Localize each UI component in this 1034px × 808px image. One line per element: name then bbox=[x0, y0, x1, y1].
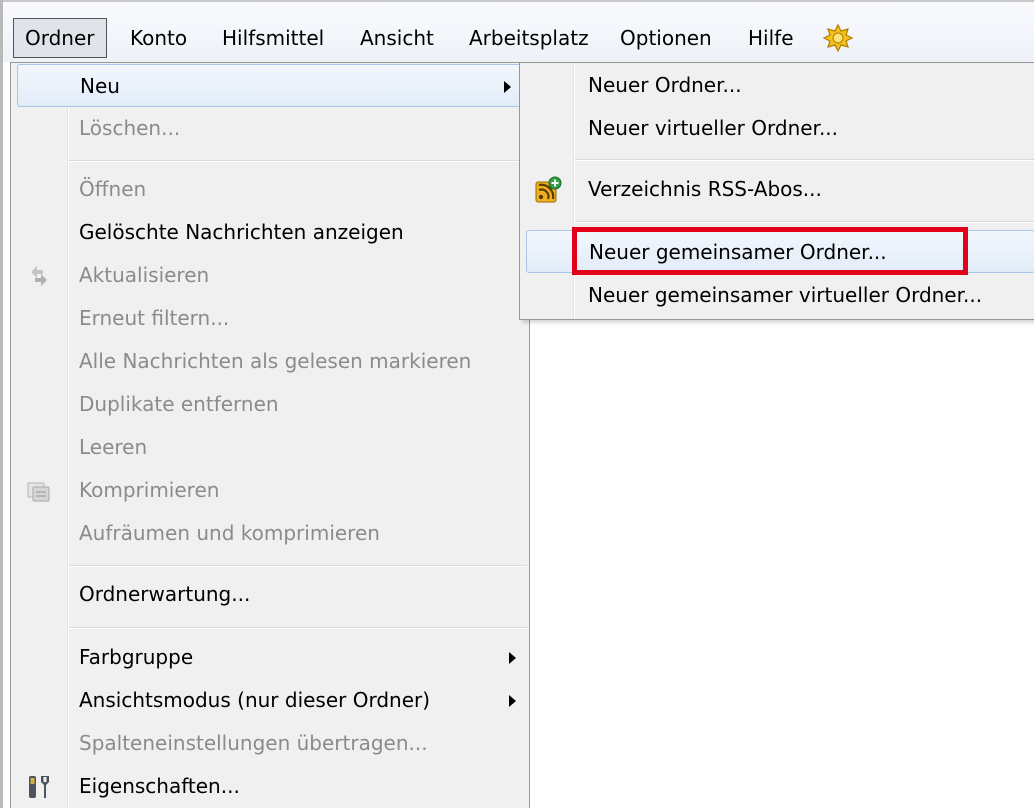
window-left-border bbox=[0, 0, 3, 808]
menu-ordner[interactable]: Ordner bbox=[13, 18, 107, 58]
menu-separator bbox=[575, 159, 1034, 161]
menu-item-label: Ordnerwartung... bbox=[79, 582, 251, 606]
submenu-item-rss-abos[interactable]: Verzeichnis RSS-Abos... bbox=[520, 168, 1034, 211]
menu-item-label: Eigenschaften... bbox=[79, 774, 240, 798]
menu-item-label: Komprimieren bbox=[79, 478, 220, 502]
menu-item-komprimieren[interactable]: Komprimieren bbox=[11, 469, 529, 512]
menu-item-label: Erneut filtern... bbox=[79, 306, 230, 330]
menu-item-aktualisieren[interactable]: Aktualisieren bbox=[11, 254, 529, 297]
menu-item-eigenschaften[interactable]: Eigenschaften... bbox=[11, 765, 529, 808]
submenu-item-neuer-gemeinsamer-virtueller-ordner[interactable]: Neuer gemeinsamer virtueller Ordner... bbox=[520, 274, 1034, 317]
submenu-item-neuer-ordner[interactable]: Neuer Ordner... bbox=[520, 64, 1034, 107]
menu-separator bbox=[69, 627, 527, 629]
menu-item-label: Gelöschte Nachrichten anzeigen bbox=[79, 220, 404, 244]
menu-ansicht[interactable]: Ansicht bbox=[349, 18, 445, 58]
menu-item-ordnerwartung[interactable]: Ordnerwartung... bbox=[11, 573, 529, 616]
rss-add-icon bbox=[535, 176, 562, 203]
menu-item-neu[interactable]: Neu bbox=[17, 64, 525, 107]
menu-item-geloeschte-anzeigen[interactable]: Gelöschte Nachrichten anzeigen bbox=[11, 211, 529, 254]
menu-item-label: Aufräumen und komprimieren bbox=[79, 521, 380, 545]
compress-icon bbox=[27, 482, 50, 502]
menu-item-label: Neuer gemeinsamer virtueller Ordner... bbox=[588, 283, 983, 307]
menu-item-label: Öffnen bbox=[79, 177, 147, 201]
menu-item-erneut-filtern[interactable]: Erneut filtern... bbox=[11, 297, 529, 340]
menu-item-label: Duplikate entfernen bbox=[79, 392, 279, 416]
menu-separator bbox=[69, 160, 527, 162]
menu-item-label: Aktualisieren bbox=[79, 263, 210, 287]
submenu-arrow-icon bbox=[509, 652, 516, 664]
menu-item-label: Neuer virtueller Ordner... bbox=[588, 116, 839, 140]
submenu-arrow-icon bbox=[504, 81, 511, 93]
menu-item-aufraeumen[interactable]: Aufräumen und komprimieren bbox=[11, 512, 529, 555]
menu-arbeitsplatz[interactable]: Arbeitsplatz bbox=[458, 18, 600, 58]
ordner-menu: Neu Löschen... Öffnen Gelöschte Nachrich… bbox=[10, 62, 530, 808]
menu-item-label: Ansichtsmodus (nur dieser Ordner) bbox=[79, 688, 431, 712]
menu-optionen[interactable]: Optionen bbox=[609, 18, 723, 58]
menu-item-farbgruppe[interactable]: Farbgruppe bbox=[11, 636, 529, 679]
menu-item-label: Löschen... bbox=[79, 116, 181, 140]
menu-item-ansichtsmodus[interactable]: Ansichtsmodus (nur dieser Ordner) bbox=[11, 679, 529, 722]
menu-konto[interactable]: Konto bbox=[119, 18, 198, 58]
menu-item-oeffnen[interactable]: Öffnen bbox=[11, 168, 529, 211]
menu-separator bbox=[69, 565, 527, 567]
neu-submenu: Neuer Ordner... Neuer virtueller Ordner.… bbox=[519, 62, 1034, 320]
menu-hilfsmittel[interactable]: Hilfsmittel bbox=[211, 18, 335, 58]
menu-item-label: Alle Nachrichten als gelesen markieren bbox=[79, 349, 472, 373]
menu-item-label: Farbgruppe bbox=[79, 645, 194, 669]
menu-item-label: Leeren bbox=[79, 435, 148, 459]
submenu-item-neuer-virtueller-ordner[interactable]: Neuer virtueller Ordner... bbox=[520, 107, 1034, 150]
properties-icon bbox=[29, 776, 49, 798]
submenu-arrow-icon bbox=[509, 695, 516, 707]
menu-item-alle-gelesen[interactable]: Alle Nachrichten als gelesen markieren bbox=[11, 340, 529, 383]
menu-item-duplikate-entfernen[interactable]: Duplikate entfernen bbox=[11, 383, 529, 426]
refresh-icon bbox=[31, 266, 47, 286]
menu-item-leeren[interactable]: Leeren bbox=[11, 426, 529, 469]
menu-item-label: Verzeichnis RSS-Abos... bbox=[588, 177, 822, 201]
menu-item-loeschen[interactable]: Löschen... bbox=[11, 107, 529, 150]
menu-item-spalteneinstellungen[interactable]: Spalteneinstellungen übertragen... bbox=[11, 722, 529, 765]
menu-item-label: Neuer Ordner... bbox=[588, 73, 742, 97]
menu-item-label: Neuer gemeinsamer Ordner... bbox=[589, 240, 887, 264]
menu-hilfe[interactable]: Hilfe bbox=[737, 18, 805, 58]
menu-item-label: Spalteneinstellungen übertragen... bbox=[79, 731, 428, 755]
submenu-item-neuer-gemeinsamer-ordner[interactable]: Neuer gemeinsamer Ordner... bbox=[526, 230, 1034, 273]
sun-badge-icon[interactable] bbox=[822, 23, 854, 53]
menu-item-label: Neu bbox=[80, 74, 120, 98]
menu-separator bbox=[575, 221, 1034, 223]
menu-bar: Ordner Konto Hilfsmittel Ansicht Arbeits… bbox=[3, 2, 1034, 62]
